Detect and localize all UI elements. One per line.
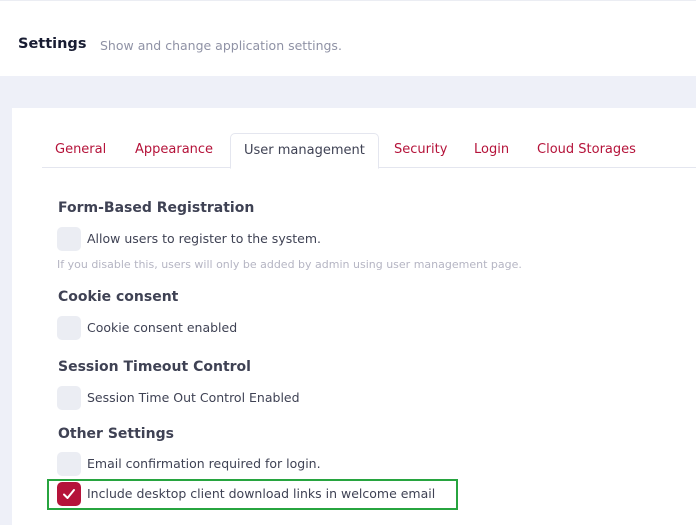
- tab-appearance[interactable]: Appearance: [122, 133, 226, 168]
- next-section-cutoff: [58, 518, 498, 525]
- page-subtitle: Show and change application settings.: [100, 38, 342, 53]
- session-timeout-label[interactable]: Session Time Out Control Enabled: [87, 390, 300, 405]
- tab-security[interactable]: Security: [381, 133, 460, 168]
- tab-user-management[interactable]: User management: [230, 133, 379, 169]
- session-section-title: Session Timeout Control: [58, 359, 251, 375]
- page-title: Settings: [18, 36, 87, 52]
- desktop-links-label[interactable]: Include desktop client download links in…: [87, 486, 435, 501]
- cookie-consent-checkbox[interactable]: [57, 316, 81, 340]
- checkmark-icon: [63, 489, 75, 499]
- cookie-section-title: Cookie consent: [58, 289, 179, 305]
- registration-hint: If you disable this, users will only be …: [57, 258, 522, 271]
- page-header: Settings Show and change application set…: [0, 0, 696, 76]
- settings-tabs: General Appearance User management Secur…: [42, 133, 696, 169]
- email-confirmation-checkbox[interactable]: [57, 452, 81, 476]
- tab-login[interactable]: Login: [461, 133, 522, 168]
- allow-registration-checkbox[interactable]: [57, 227, 81, 251]
- session-timeout-checkbox[interactable]: [57, 386, 81, 410]
- tab-cloud-storages[interactable]: Cloud Storages: [524, 133, 649, 168]
- settings-card: General Appearance User management Secur…: [12, 108, 696, 525]
- tab-general[interactable]: General: [42, 133, 119, 168]
- cookie-consent-label[interactable]: Cookie consent enabled: [87, 320, 237, 335]
- registration-section-title: Form-Based Registration: [58, 200, 255, 216]
- email-confirmation-label[interactable]: Email confirmation required for login.: [87, 456, 321, 471]
- allow-registration-label[interactable]: Allow users to register to the system.: [87, 231, 321, 246]
- other-section-title: Other Settings: [58, 426, 174, 442]
- desktop-links-checkbox[interactable]: [57, 482, 81, 506]
